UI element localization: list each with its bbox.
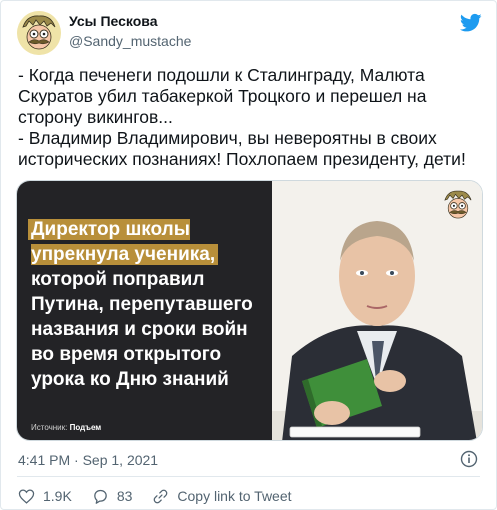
reply-count: 83	[116, 488, 133, 504]
media-headline-panel: Директор школы упрекнула ученика, которо…	[17, 181, 272, 440]
tweet-media[interactable]: Директор школы упрекнула ученика, которо…	[16, 180, 483, 441]
source-label: Источник:	[31, 423, 68, 432]
reply-bubble-icon	[94, 489, 107, 504]
info-icon[interactable]	[460, 450, 478, 468]
like-button[interactable]: 1.9K	[18, 488, 72, 505]
avatar[interactable]	[17, 11, 61, 55]
user-handle[interactable]: @Sandy_mustache	[69, 33, 191, 49]
link-icon	[154, 489, 168, 503]
mustache-cartoon-watermark-icon	[444, 190, 472, 219]
tweet-card: Усы Пескова @Sandy_mustache - Когда пече…	[0, 0, 497, 510]
media-source: Источник: Подъем	[31, 423, 101, 432]
like-count: 1.9K	[43, 488, 72, 504]
heart-icon	[18, 488, 35, 504]
tweet-actions: 1.9K 83 Copy link to Tweet	[18, 486, 312, 506]
copy-link-label: Copy link to Tweet	[177, 488, 292, 504]
tweet-text: - Когда печенеги подошли к Сталинграду, …	[18, 65, 466, 169]
divider	[17, 476, 480, 477]
headline-highlight: Директор школы упрекнула ученика,	[28, 219, 219, 265]
tweet-timestamp[interactable]: 4:41 PM · Sep 1, 2021	[18, 452, 158, 468]
media-headline: Директор школы упрекнула ученика, которо…	[28, 217, 271, 392]
reply-button[interactable]: 83	[92, 488, 133, 505]
display-name[interactable]: Усы Пескова	[69, 13, 158, 29]
mustache-cartoon-avatar-icon	[17, 11, 61, 55]
media-photo	[272, 181, 482, 440]
source-name: Подъем	[69, 423, 102, 432]
headline-rest: которой поправил Путина, перепутавшего н…	[31, 269, 253, 390]
copy-link-button[interactable]: Copy link to Tweet	[152, 488, 292, 505]
twitter-bird-icon[interactable]	[460, 13, 482, 33]
